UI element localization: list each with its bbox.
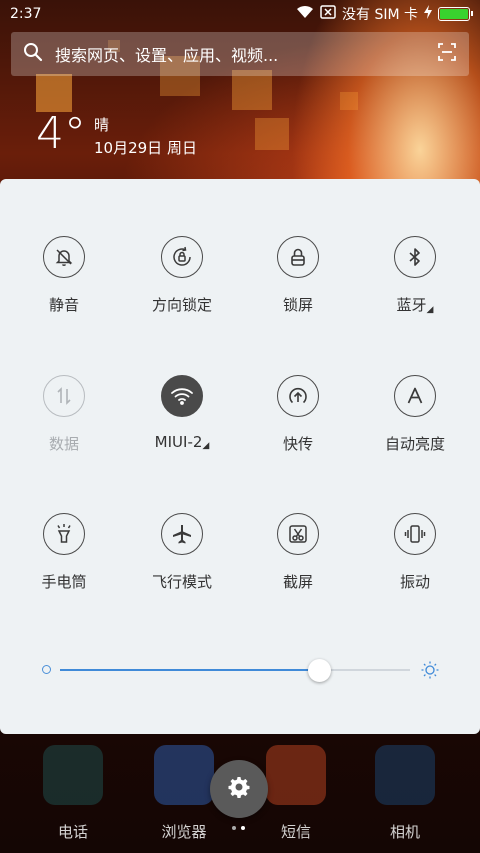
bell-off-icon [43,236,85,278]
battery-icon [438,7,473,21]
camera-app-icon [375,745,435,805]
gear-icon [227,775,251,803]
tile-label: 手电筒 [41,573,87,591]
no-sim-icon [320,5,336,23]
battery-fill [440,9,468,19]
weather-condition: 晴 [94,116,110,134]
tile-label: 方向锁定 [151,296,212,314]
tile-label: 振动 [399,573,430,591]
app-label: 电话 [57,823,88,841]
tile-vibrate[interactable]: 振动 [355,513,475,613]
clock: 2:37 [10,6,42,22]
dock-app-phone[interactable]: 电话 [41,745,105,842]
brightness-track[interactable] [60,659,410,682]
scan-icon[interactable] [437,42,457,66]
tile-wifi[interactable]: MIUI-2◢ [122,375,242,475]
page-dot [232,826,236,830]
menu-indicator-icon: ◢ [202,441,210,451]
tile-auto-brightness[interactable]: 自动亮度 [355,375,475,475]
wallpaper-square [232,70,272,110]
tile-label: 自动亮度 [384,435,445,453]
tile-label-text: 蓝牙 [396,296,427,314]
dock-app-camera[interactable]: 相机 [373,745,437,842]
tile-label: 飞行模式 [151,573,212,591]
wallpaper-square [340,92,358,110]
tile-label: MIUI-2◢ [155,433,210,451]
tile-rotation-lock[interactable]: 方向锁定 [122,236,242,336]
brightness-max-icon [420,660,440,684]
tile-label: 截屏 [282,573,313,591]
vibrate-icon [394,513,436,555]
bluetooth-icon [394,236,436,278]
dock-app-messages[interactable]: 短信 [264,745,328,842]
auto-brightness-icon [394,375,436,417]
mobile-data-icon [43,375,85,417]
dock-app-browser[interactable]: 浏览器 [152,745,216,842]
tile-flashlight[interactable]: 手电筒 [4,513,124,613]
carrier-text: 没有 SIM 卡 [342,7,418,23]
tile-label-text: MIUI-2 [154,433,203,451]
tile-label: 锁屏 [282,296,313,314]
tile-lock-screen[interactable]: 锁屏 [238,236,358,336]
wallpaper-square [255,118,289,150]
tile-label: 数据 [48,435,79,453]
tile-airplane-mode[interactable]: 飞行模式 [122,513,242,613]
browser-app-icon [154,745,214,805]
brightness-thumb[interactable] [308,659,331,682]
search-icon [23,42,43,66]
tile-label: 蓝牙◢ [397,294,434,315]
airplane-icon [161,513,203,555]
quick-settings-panel: 静音 方向锁定 锁屏 蓝牙◢ 数据 MIUI-2◢ 快传 自动亮度 手电筒 飞行… [0,179,480,734]
page-dot-active [241,826,245,830]
brightness-min-icon [42,665,51,674]
wallpaper-square [36,74,72,112]
weather-date: 10月29日 周日 [94,139,197,157]
tile-mobile-data[interactable]: 数据 [4,375,124,475]
flashlight-icon [43,513,85,555]
brightness-track-fill [60,669,319,671]
search-bar[interactable]: 搜索网页、设置、应用、视频... [11,32,469,76]
tile-bluetooth[interactable]: 蓝牙◢ [355,236,475,336]
tile-screenshot[interactable]: 截屏 [238,513,358,613]
charging-icon [424,5,432,23]
wifi-signal-icon [296,5,314,23]
phone-app-icon [43,745,103,805]
tile-label: 静音 [48,296,79,314]
menu-indicator-icon: ◢ [426,305,434,315]
status-bar: 2:37 没有 SIM 卡 [0,0,480,28]
status-icons: 没有 SIM 卡 [296,4,473,24]
tile-silent[interactable]: 静音 [4,236,124,336]
tile-quick-transfer[interactable]: 快传 [238,375,358,475]
screenshot-icon [277,513,319,555]
weather-temperature[interactable]: 4° [36,108,86,159]
search-placeholder[interactable]: 搜索网页、设置、应用、视频... [55,42,437,66]
lock-icon [277,236,319,278]
rotation-lock-icon [161,236,203,278]
app-label: 短信 [280,823,311,841]
share-upload-icon [277,375,319,417]
messages-app-icon [266,745,326,805]
app-label: 浏览器 [161,823,207,841]
tile-label: 快传 [282,435,313,453]
wifi-icon [161,375,203,417]
brightness-slider[interactable] [40,657,440,683]
page-indicator [232,826,245,830]
settings-button[interactable] [210,760,268,818]
app-label: 相机 [389,823,420,841]
